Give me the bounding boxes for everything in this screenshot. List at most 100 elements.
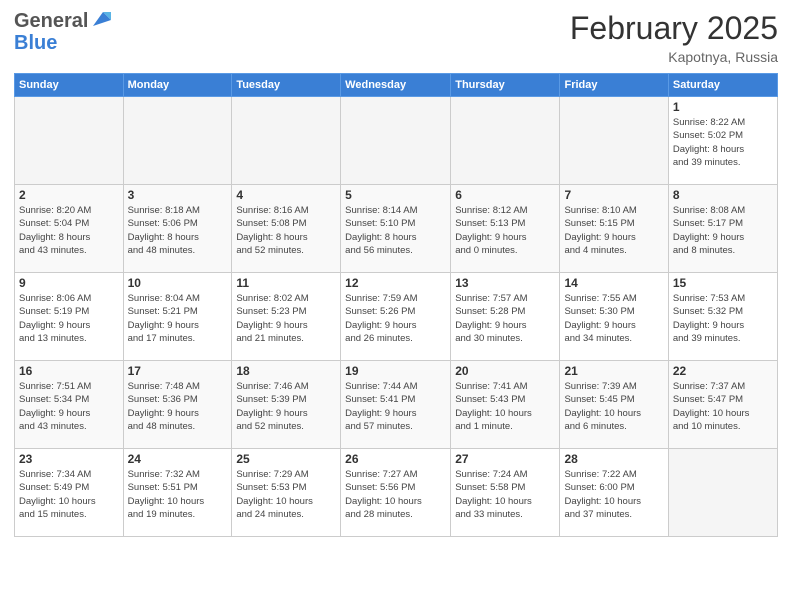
logo: General Blue bbox=[14, 10, 111, 54]
day-number: 16 bbox=[19, 364, 119, 378]
day-number: 7 bbox=[564, 188, 663, 202]
day-number: 21 bbox=[564, 364, 663, 378]
weekday-header-tuesday: Tuesday bbox=[232, 74, 341, 97]
calendar-cell: 28 Sunrise: 7:22 AM Sunset: 6:00 PM Dayli… bbox=[560, 449, 668, 537]
calendar-cell bbox=[232, 97, 341, 185]
logo-icon bbox=[89, 8, 111, 30]
calendar-cell: 24 Sunrise: 7:32 AM Sunset: 5:51 PM Dayli… bbox=[123, 449, 232, 537]
day-info: Sunrise: 8:20 AM Sunset: 5:04 PM Dayligh… bbox=[19, 204, 119, 257]
day-info: Sunrise: 7:55 AM Sunset: 5:30 PM Dayligh… bbox=[564, 292, 663, 345]
day-info: Sunrise: 8:04 AM Sunset: 5:21 PM Dayligh… bbox=[128, 292, 228, 345]
day-info: Sunrise: 7:57 AM Sunset: 5:28 PM Dayligh… bbox=[455, 292, 555, 345]
day-info: Sunrise: 8:06 AM Sunset: 5:19 PM Dayligh… bbox=[19, 292, 119, 345]
calendar-week-row: 9 Sunrise: 8:06 AM Sunset: 5:19 PM Daylig… bbox=[15, 273, 778, 361]
day-info: Sunrise: 7:39 AM Sunset: 5:45 PM Dayligh… bbox=[564, 380, 663, 433]
page: General Blue February 2025 Kapotnya, Rus… bbox=[0, 0, 792, 612]
title-area: February 2025 Kapotnya, Russia bbox=[570, 10, 778, 65]
day-info: Sunrise: 8:12 AM Sunset: 5:13 PM Dayligh… bbox=[455, 204, 555, 257]
day-number: 9 bbox=[19, 276, 119, 290]
calendar-cell: 15 Sunrise: 7:53 AM Sunset: 5:32 PM Dayli… bbox=[668, 273, 777, 361]
day-number: 18 bbox=[236, 364, 336, 378]
day-number: 1 bbox=[673, 100, 773, 114]
calendar: SundayMondayTuesdayWednesdayThursdayFrid… bbox=[14, 73, 778, 537]
calendar-cell: 17 Sunrise: 7:48 AM Sunset: 5:36 PM Dayli… bbox=[123, 361, 232, 449]
day-info: Sunrise: 7:37 AM Sunset: 5:47 PM Dayligh… bbox=[673, 380, 773, 433]
calendar-cell: 20 Sunrise: 7:41 AM Sunset: 5:43 PM Dayli… bbox=[451, 361, 560, 449]
calendar-week-row: 23Sunrise: 7:34 AM Sunset: 5:49 PM Dayli… bbox=[15, 449, 778, 537]
day-number: 26 bbox=[345, 452, 446, 466]
weekday-header-monday: Monday bbox=[123, 74, 232, 97]
calendar-cell: 18 Sunrise: 7:46 AM Sunset: 5:39 PM Dayli… bbox=[232, 361, 341, 449]
calendar-cell: 5Sunrise: 8:14 AM Sunset: 5:10 PM Daylig… bbox=[341, 185, 451, 273]
day-number: 27 bbox=[455, 452, 555, 466]
calendar-cell: 2 Sunrise: 8:20 AM Sunset: 5:04 PM Daylig… bbox=[15, 185, 124, 273]
calendar-cell: 6 Sunrise: 8:12 AM Sunset: 5:13 PM Daylig… bbox=[451, 185, 560, 273]
day-number: 20 bbox=[455, 364, 555, 378]
day-info: Sunrise: 8:02 AM Sunset: 5:23 PM Dayligh… bbox=[236, 292, 336, 345]
day-info: Sunrise: 7:51 AM Sunset: 5:34 PM Dayligh… bbox=[19, 380, 119, 433]
calendar-cell: 23Sunrise: 7:34 AM Sunset: 5:49 PM Dayli… bbox=[15, 449, 124, 537]
calendar-cell: 1 Sunrise: 8:22 AM Sunset: 5:02 PM Daylig… bbox=[668, 97, 777, 185]
calendar-cell bbox=[560, 97, 668, 185]
day-number: 15 bbox=[673, 276, 773, 290]
calendar-cell: 8Sunrise: 8:08 AM Sunset: 5:17 PM Daylig… bbox=[668, 185, 777, 273]
month-title: February 2025 bbox=[570, 10, 778, 47]
day-info: Sunrise: 7:46 AM Sunset: 5:39 PM Dayligh… bbox=[236, 380, 336, 433]
day-info: Sunrise: 7:27 AM Sunset: 5:56 PM Dayligh… bbox=[345, 468, 446, 521]
calendar-cell bbox=[451, 97, 560, 185]
calendar-cell: 9 Sunrise: 8:06 AM Sunset: 5:19 PM Daylig… bbox=[15, 273, 124, 361]
calendar-cell: 10 Sunrise: 8:04 AM Sunset: 5:21 PM Dayli… bbox=[123, 273, 232, 361]
day-info: Sunrise: 7:48 AM Sunset: 5:36 PM Dayligh… bbox=[128, 380, 228, 433]
day-number: 25 bbox=[236, 452, 336, 466]
calendar-cell: 19Sunrise: 7:44 AM Sunset: 5:41 PM Dayli… bbox=[341, 361, 451, 449]
day-number: 2 bbox=[19, 188, 119, 202]
calendar-cell: 4 Sunrise: 8:16 AM Sunset: 5:08 PM Daylig… bbox=[232, 185, 341, 273]
weekday-header-row: SundayMondayTuesdayWednesdayThursdayFrid… bbox=[15, 74, 778, 97]
day-number: 14 bbox=[564, 276, 663, 290]
day-info: Sunrise: 7:59 AM Sunset: 5:26 PM Dayligh… bbox=[345, 292, 446, 345]
day-info: Sunrise: 8:10 AM Sunset: 5:15 PM Dayligh… bbox=[564, 204, 663, 257]
day-info: Sunrise: 8:18 AM Sunset: 5:06 PM Dayligh… bbox=[128, 204, 228, 257]
weekday-header-saturday: Saturday bbox=[668, 74, 777, 97]
day-number: 8 bbox=[673, 188, 773, 202]
day-number: 5 bbox=[345, 188, 446, 202]
calendar-cell: 16 Sunrise: 7:51 AM Sunset: 5:34 PM Dayli… bbox=[15, 361, 124, 449]
day-number: 12 bbox=[345, 276, 446, 290]
header: General Blue February 2025 Kapotnya, Rus… bbox=[14, 10, 778, 65]
weekday-header-wednesday: Wednesday bbox=[341, 74, 451, 97]
day-info: Sunrise: 7:22 AM Sunset: 6:00 PM Dayligh… bbox=[564, 468, 663, 521]
day-info: Sunrise: 7:41 AM Sunset: 5:43 PM Dayligh… bbox=[455, 380, 555, 433]
day-info: Sunrise: 8:16 AM Sunset: 5:08 PM Dayligh… bbox=[236, 204, 336, 257]
day-number: 28 bbox=[564, 452, 663, 466]
calendar-cell: 7 Sunrise: 8:10 AM Sunset: 5:15 PM Daylig… bbox=[560, 185, 668, 273]
calendar-cell: 3Sunrise: 8:18 AM Sunset: 5:06 PM Daylig… bbox=[123, 185, 232, 273]
calendar-cell: 26 Sunrise: 7:27 AM Sunset: 5:56 PM Dayli… bbox=[341, 449, 451, 537]
day-info: Sunrise: 7:32 AM Sunset: 5:51 PM Dayligh… bbox=[128, 468, 228, 521]
calendar-week-row: 2 Sunrise: 8:20 AM Sunset: 5:04 PM Daylig… bbox=[15, 185, 778, 273]
calendar-cell bbox=[15, 97, 124, 185]
calendar-cell: 22 Sunrise: 7:37 AM Sunset: 5:47 PM Dayli… bbox=[668, 361, 777, 449]
weekday-header-friday: Friday bbox=[560, 74, 668, 97]
day-number: 6 bbox=[455, 188, 555, 202]
calendar-cell: 12 Sunrise: 7:59 AM Sunset: 5:26 PM Dayli… bbox=[341, 273, 451, 361]
calendar-week-row: 16 Sunrise: 7:51 AM Sunset: 5:34 PM Dayli… bbox=[15, 361, 778, 449]
day-info: Sunrise: 7:34 AM Sunset: 5:49 PM Dayligh… bbox=[19, 468, 119, 521]
calendar-cell bbox=[123, 97, 232, 185]
calendar-week-row: 1 Sunrise: 8:22 AM Sunset: 5:02 PM Daylig… bbox=[15, 97, 778, 185]
logo-general-text: General bbox=[14, 10, 88, 32]
day-info: Sunrise: 7:53 AM Sunset: 5:32 PM Dayligh… bbox=[673, 292, 773, 345]
day-number: 24 bbox=[128, 452, 228, 466]
day-number: 13 bbox=[455, 276, 555, 290]
day-number: 22 bbox=[673, 364, 773, 378]
day-number: 10 bbox=[128, 276, 228, 290]
day-number: 17 bbox=[128, 364, 228, 378]
location: Kapotnya, Russia bbox=[570, 49, 778, 65]
day-info: Sunrise: 7:44 AM Sunset: 5:41 PM Dayligh… bbox=[345, 380, 446, 433]
calendar-cell bbox=[341, 97, 451, 185]
calendar-cell: 14 Sunrise: 7:55 AM Sunset: 5:30 PM Dayli… bbox=[560, 273, 668, 361]
weekday-header-thursday: Thursday bbox=[451, 74, 560, 97]
day-info: Sunrise: 8:22 AM Sunset: 5:02 PM Dayligh… bbox=[673, 116, 773, 169]
day-number: 11 bbox=[236, 276, 336, 290]
day-info: Sunrise: 7:24 AM Sunset: 5:58 PM Dayligh… bbox=[455, 468, 555, 521]
day-number: 4 bbox=[236, 188, 336, 202]
